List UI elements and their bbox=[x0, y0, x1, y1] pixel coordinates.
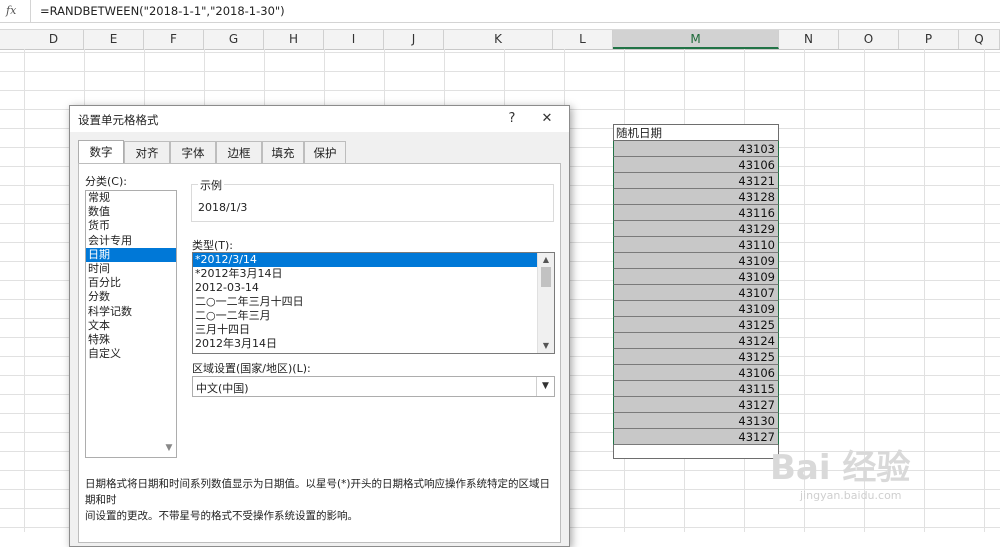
data-cell[interactable]: 43107 bbox=[613, 285, 779, 301]
category-item[interactable]: 特殊 bbox=[86, 333, 176, 347]
column-header-o[interactable]: O bbox=[839, 30, 899, 49]
column-header-n[interactable]: N bbox=[779, 30, 839, 49]
column-header-h[interactable]: H bbox=[264, 30, 324, 49]
category-item[interactable]: 日期 bbox=[86, 247, 176, 262]
scroll-down-icon[interactable]: ▼ bbox=[162, 443, 176, 457]
close-button[interactable]: ✕ bbox=[536, 110, 558, 128]
column-header-f[interactable]: F bbox=[144, 30, 204, 49]
locale-select[interactable]: 中文(中国) ▼ bbox=[192, 376, 555, 397]
data-cell[interactable]: 43125 bbox=[613, 349, 779, 365]
data-cell[interactable]: 43109 bbox=[613, 269, 779, 285]
sample-value: 2018/1/3 bbox=[198, 201, 248, 214]
category-item[interactable]: 科学记数 bbox=[86, 305, 176, 319]
column-m-header-cell[interactable]: 随机日期 bbox=[613, 124, 779, 141]
tab-5[interactable]: 保护 bbox=[304, 141, 346, 163]
type-list-scrollbar[interactable]: ▲ ▼ bbox=[537, 253, 554, 353]
column-header-i[interactable]: I bbox=[324, 30, 384, 49]
column-header-g[interactable]: G bbox=[204, 30, 264, 49]
category-item[interactable]: 自定义 bbox=[86, 347, 176, 361]
column-header-d[interactable]: D bbox=[24, 30, 84, 49]
sample-box: 示例 2018/1/3 bbox=[191, 177, 554, 222]
data-cell[interactable]: 43110 bbox=[613, 237, 779, 253]
data-cell[interactable]: 43125 bbox=[613, 317, 779, 333]
data-cell[interactable]: 43127 bbox=[613, 397, 779, 413]
data-cell[interactable]: 43121 bbox=[613, 173, 779, 189]
column-m-data: 随机日期 43103 43106 43121 43128 43116 43129 43110… bbox=[613, 124, 779, 459]
type-label: 类型(T): bbox=[192, 239, 234, 252]
type-list[interactable]: *2012/3/14 *2012年3月14日 2012-03-14 二○一二年三月十四… bbox=[192, 252, 555, 354]
formula-bar: fx =RANDBETWEEN("2018-1-1","2018-1-30") bbox=[0, 0, 1000, 23]
description-line: 间设置的更改。不带星号的格式不受操作系统设置的影响。 bbox=[85, 510, 358, 522]
data-cell[interactable]: 43115 bbox=[613, 381, 779, 397]
help-button[interactable]: ? bbox=[501, 110, 523, 128]
data-cell[interactable]: 43109 bbox=[613, 301, 779, 317]
locale-label: 区域设置(国家/地区)(L): bbox=[192, 362, 311, 375]
category-label: 分类(C): bbox=[85, 175, 127, 188]
tab-2[interactable]: 字体 bbox=[170, 141, 216, 163]
tab-3[interactable]: 边框 bbox=[216, 141, 262, 163]
data-cell[interactable]: 43129 bbox=[613, 221, 779, 237]
column-header-e[interactable]: E bbox=[84, 30, 144, 49]
data-cell[interactable]: 43130 bbox=[613, 413, 779, 429]
column-header-k[interactable]: K bbox=[444, 30, 553, 49]
data-cell[interactable]: 43106 bbox=[613, 157, 779, 173]
scroll-thumb[interactable] bbox=[541, 267, 551, 287]
data-cell[interactable]: 43124 bbox=[613, 333, 779, 349]
chevron-down-icon[interactable]: ▼ bbox=[536, 377, 554, 396]
column-header-l[interactable]: L bbox=[553, 30, 613, 49]
data-cell[interactable]: 43106 bbox=[613, 365, 779, 381]
column-header-row: DEFGHIJKLMNOPQ bbox=[0, 29, 1000, 50]
formula-divider bbox=[30, 0, 31, 22]
type-item[interactable]: 2012-03-14 bbox=[193, 281, 539, 295]
category-item[interactable]: 货币 bbox=[86, 219, 176, 233]
empty-cell[interactable] bbox=[613, 445, 779, 459]
fx-icon[interactable]: fx bbox=[6, 4, 16, 17]
column-header-m[interactable]: M bbox=[613, 30, 779, 49]
type-item[interactable]: 2012年3月14日 bbox=[193, 337, 539, 351]
dialog-title: 设置单元格格式 bbox=[78, 113, 159, 127]
data-cell[interactable]: 43116 bbox=[613, 205, 779, 221]
category-list[interactable]: 常规 数值 货币 会计专用 日期 时间 百分比 分数 科学记数 文本 特殊 自定义 ▼ bbox=[85, 190, 177, 458]
type-item[interactable]: 二○一二年三月十四日 bbox=[193, 295, 539, 309]
type-item[interactable]: *2012年3月14日 bbox=[193, 267, 539, 281]
tab-1[interactable]: 对齐 bbox=[124, 141, 170, 163]
type-item[interactable]: *2012/3/14 bbox=[193, 253, 539, 267]
category-item[interactable]: 会计专用 bbox=[86, 234, 176, 248]
scroll-up-icon[interactable]: ▲ bbox=[538, 253, 554, 267]
type-item[interactable]: 三月十四日 bbox=[193, 323, 539, 337]
category-item[interactable]: 文本 bbox=[86, 319, 176, 333]
tab-0[interactable]: 数字 bbox=[78, 140, 124, 164]
scroll-down-icon[interactable]: ▼ bbox=[538, 339, 554, 353]
column-header-j[interactable]: J bbox=[384, 30, 444, 49]
watermark: Bai 经验 jingyan.baidu.com bbox=[770, 440, 910, 502]
sample-label: 示例 bbox=[198, 177, 224, 193]
data-cell[interactable]: 43128 bbox=[613, 189, 779, 205]
locale-value: 中文(中国) bbox=[196, 382, 249, 395]
tab-4[interactable]: 填充 bbox=[262, 141, 304, 163]
type-item[interactable]: 二○一二年三月 bbox=[193, 309, 539, 323]
data-cell[interactable]: 43127 bbox=[613, 429, 779, 445]
number-tab-page: 分类(C): 常规 数值 货币 会计专用 日期 时间 百分比 分数 科学记数 文本 特殊 自定义 ▼ 示… bbox=[78, 163, 561, 543]
data-cell[interactable]: 43103 bbox=[613, 141, 779, 157]
category-item[interactable]: 百分比 bbox=[86, 276, 176, 290]
format-cells-dialog: 设置单元格格式 ? ✕ 数字 对齐 字体 边框 填充 保护 分类(C): 常规 数值 货币 会计… bbox=[69, 105, 570, 547]
description-line: 日期格式将日期和时间系列数值显示为日期值。以星号(*)开头的日期格式响应操作系统… bbox=[85, 478, 550, 506]
data-cell[interactable]: 43109 bbox=[613, 253, 779, 269]
watermark-url: jingyan.baidu.com bbox=[800, 489, 902, 502]
format-description: 日期格式将日期和时间系列数值显示为日期值。以星号(*)开头的日期格式响应操作系统… bbox=[85, 476, 555, 524]
dialog-titlebar: 设置单元格格式 ? ✕ bbox=[70, 106, 569, 132]
category-item[interactable]: 数值 bbox=[86, 205, 176, 219]
category-item[interactable]: 分数 bbox=[86, 290, 176, 304]
column-header-q[interactable]: Q bbox=[959, 30, 1000, 49]
column-header-p[interactable]: P bbox=[899, 30, 959, 49]
category-item[interactable]: 常规 bbox=[86, 191, 176, 205]
watermark-logo: Bai 经验 bbox=[770, 448, 911, 488]
formula-input[interactable]: =RANDBETWEEN("2018-1-1","2018-1-30") bbox=[40, 4, 285, 18]
category-item[interactable]: 时间 bbox=[86, 262, 176, 276]
